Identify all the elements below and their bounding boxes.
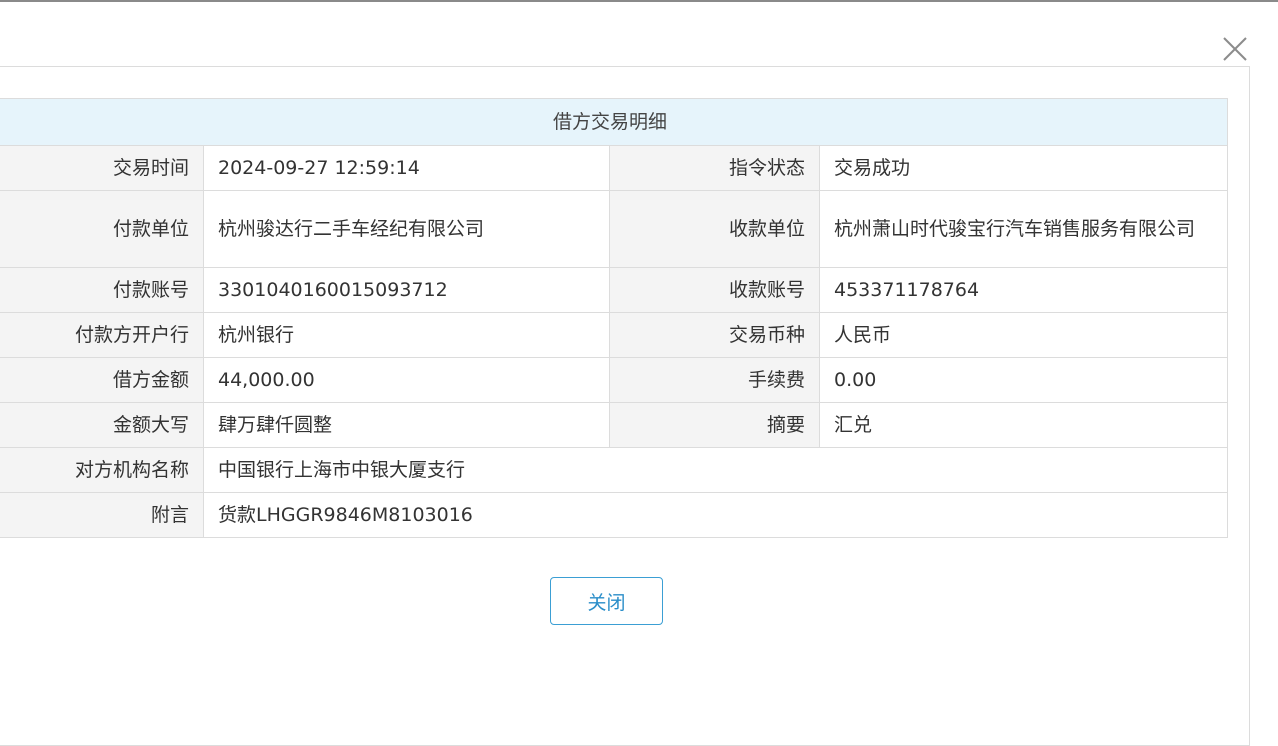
table-title: 借方交易明细: [0, 98, 1229, 146]
label-amount-in-words: 金额大写: [0, 402, 204, 448]
value-instruction-status: 交易成功: [818, 145, 1229, 191]
label-instruction-status: 指令状态: [609, 145, 820, 191]
table-row: 附言 货款LHGGR9846M8103016: [0, 492, 1229, 538]
label-currency: 交易币种: [609, 312, 820, 358]
label-trade-time: 交易时间: [0, 145, 204, 191]
value-trade-time: 2024-09-27 12:59:14: [203, 145, 610, 191]
table-row: 对方机构名称 中国银行上海市中银大厦支行: [0, 447, 1229, 493]
close-icon[interactable]: [1220, 34, 1250, 64]
value-remark: 货款LHGGR9846M8103016: [202, 492, 1229, 538]
label-counterparty-institution: 对方机构名称: [0, 447, 204, 493]
table-row: 付款单位 杭州骏达行二手车经纪有限公司 收款单位 杭州萧山时代骏宝行汽车销售服务…: [0, 190, 1229, 268]
table-row: 金额大写 肆万肆仟圆整 摘要 汇兑: [0, 402, 1229, 448]
close-button[interactable]: 关闭: [550, 577, 663, 625]
label-fee: 手续费: [609, 357, 820, 403]
value-amount-in-words: 肆万肆仟圆整: [203, 402, 610, 448]
table-row: 付款账号 3301040160015093712 收款账号 4533711787…: [0, 267, 1229, 313]
value-payer-account: 3301040160015093712: [203, 267, 610, 313]
value-payer-unit: 杭州骏达行二手车经纪有限公司: [203, 190, 610, 268]
value-fee: 0.00: [818, 357, 1229, 403]
transaction-detail-table: 借方交易明细 交易时间 2024-09-27 12:59:14 指令状态 交易成…: [0, 98, 1229, 538]
value-summary: 汇兑: [818, 402, 1229, 448]
value-payee-unit: 杭州萧山时代骏宝行汽车销售服务有限公司: [818, 190, 1229, 268]
value-currency: 人民币: [818, 312, 1229, 358]
table-row: 借方金额 44,000.00 手续费 0.00: [0, 357, 1229, 403]
value-debit-amount: 44,000.00: [203, 357, 610, 403]
label-payee-unit: 收款单位: [609, 190, 820, 268]
label-payer-account: 付款账号: [0, 267, 204, 313]
label-summary: 摘要: [609, 402, 820, 448]
table-row: 付款方开户行 杭州银行 交易币种 人民币: [0, 312, 1229, 358]
value-payer-bank: 杭州银行: [203, 312, 610, 358]
table-row: 交易时间 2024-09-27 12:59:14 指令状态 交易成功: [0, 145, 1229, 191]
label-payer-bank: 付款方开户行: [0, 312, 204, 358]
label-payee-account: 收款账号: [609, 267, 820, 313]
label-debit-amount: 借方金额: [0, 357, 204, 403]
label-remark: 附言: [0, 492, 204, 538]
label-payer-unit: 付款单位: [0, 190, 204, 268]
value-payee-account: 453371178764: [818, 267, 1229, 313]
window-top-border: [0, 0, 1278, 2]
value-counterparty-institution: 中国银行上海市中银大厦支行: [202, 447, 1229, 493]
